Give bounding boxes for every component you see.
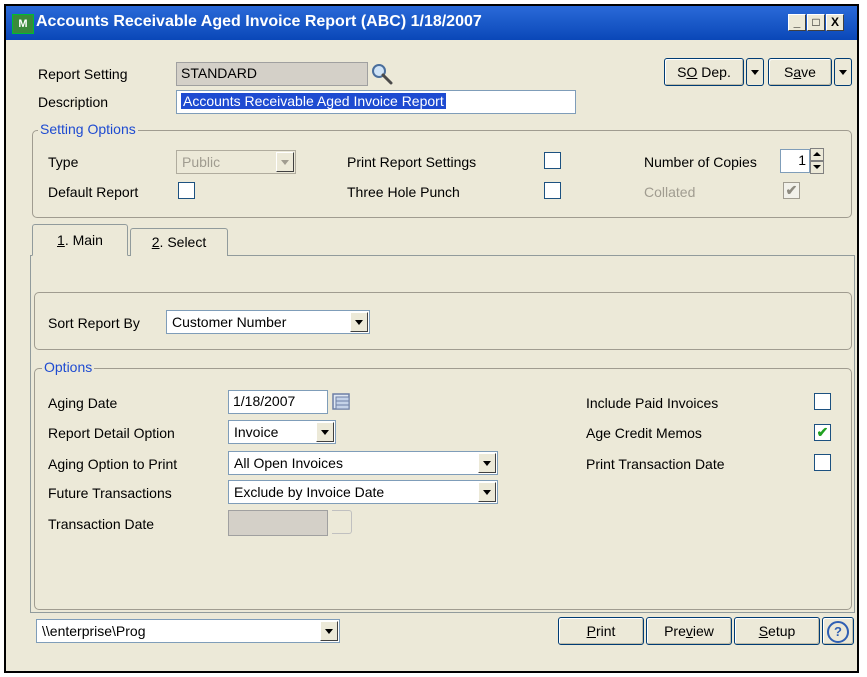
app-icon: M: [12, 14, 34, 34]
chevron-down-icon: [276, 152, 294, 172]
collated-label: Collated: [644, 184, 696, 200]
report-window: M Accounts Receivable Aged Invoice Repor…: [4, 4, 859, 673]
chevron-down-icon[interactable]: [478, 482, 496, 502]
print-report-settings-label: Print Report Settings: [347, 154, 477, 170]
maximize-button[interactable]: □: [807, 14, 825, 31]
tab-select-key: 2: [151, 234, 160, 250]
description-label: Description: [38, 94, 109, 110]
preview-button[interactable]: Preview: [646, 617, 732, 645]
save-label-a: S: [784, 64, 794, 80]
collated-checkbox[interactable]: ✔: [783, 182, 800, 199]
preview-label-b: iew: [692, 623, 714, 639]
so-dep-label-b: O: [686, 64, 698, 80]
report-detail-option-label: Report Detail Option: [48, 425, 175, 441]
aging-option-select[interactable]: All Open Invoices: [228, 451, 498, 475]
minimize-button[interactable]: _: [788, 14, 806, 31]
spin-up-icon[interactable]: [810, 148, 824, 161]
save-button[interactable]: Save: [768, 58, 832, 86]
print-key: P: [586, 623, 596, 639]
report-detail-option-select[interactable]: Invoice: [228, 420, 336, 444]
description-field[interactable]: Accounts Receivable Aged Invoice Report: [176, 90, 576, 114]
future-transactions-value: Exclude by Invoice Date: [234, 484, 385, 500]
type-label: Type: [48, 154, 79, 170]
age-credit-memos-label: Age Credit Memos: [586, 425, 702, 441]
setting-options-title: Setting Options: [38, 121, 138, 137]
sort-group: [34, 292, 852, 350]
aging-date-field[interactable]: 1/18/2007: [228, 390, 328, 414]
search-icon[interactable]: [370, 62, 394, 86]
so-dep-label-c: Dep.: [697, 64, 731, 80]
type-select[interactable]: Public: [176, 150, 296, 174]
tab-select-label: . Select: [159, 234, 207, 250]
chevron-down-icon[interactable]: [320, 621, 338, 641]
print-button[interactable]: Print: [558, 617, 644, 645]
checkmark-icon: ✔: [785, 182, 798, 198]
include-paid-invoices-label: Include Paid Invoices: [586, 395, 719, 411]
transaction-date-label: Transaction Date: [48, 516, 155, 532]
chevron-down-icon[interactable]: [316, 422, 334, 442]
window-title: Accounts Receivable Aged Invoice Report …: [36, 13, 482, 30]
save-label-c: ve: [801, 64, 816, 80]
report-setting-field[interactable]: STANDARD: [176, 62, 368, 86]
aging-date-label: Aging Date: [48, 395, 118, 411]
chevron-down-icon[interactable]: [350, 312, 368, 332]
three-hole-punch-label: Three Hole Punch: [347, 184, 460, 200]
help-button[interactable]: ?: [822, 617, 854, 645]
sort-report-by-select[interactable]: Customer Number: [166, 310, 370, 334]
sort-report-by-value: Customer Number: [172, 314, 287, 330]
sort-report-by-label: Sort Report By: [48, 315, 140, 331]
help-icon: ?: [827, 621, 849, 643]
print-transaction-date-label: Print Transaction Date: [586, 456, 725, 472]
options-group-title: Options: [42, 359, 95, 375]
number-of-copies-label: Number of Copies: [644, 154, 757, 170]
three-hole-punch-checkbox[interactable]: [544, 182, 561, 199]
aging-option-label: Aging Option to Print: [48, 456, 178, 472]
tab-main[interactable]: 1. Main: [32, 224, 128, 256]
aging-option-value: All Open Invoices: [234, 455, 343, 471]
calendar-icon[interactable]: [332, 392, 352, 412]
close-button[interactable]: X: [826, 14, 844, 31]
preview-key: v: [685, 623, 693, 639]
description-text: Accounts Receivable Aged Invoice Report: [181, 93, 446, 109]
spin-down-icon[interactable]: [810, 161, 824, 174]
print-label: rint: [595, 623, 616, 639]
tab-main-key: 1: [57, 232, 65, 248]
tab-main-label: . Main: [64, 232, 103, 248]
save-dropdown-button[interactable]: [834, 58, 852, 86]
future-transactions-select[interactable]: Exclude by Invoice Date: [228, 480, 498, 504]
transaction-date-field[interactable]: [228, 510, 328, 536]
setup-label: etup: [768, 623, 796, 639]
preview-label-a: Pre: [664, 623, 686, 639]
include-paid-invoices-checkbox[interactable]: [814, 393, 831, 410]
report-setting-label: Report Setting: [38, 66, 128, 82]
checkmark-icon: ✔: [816, 424, 829, 440]
print-transaction-date-checkbox[interactable]: [814, 454, 831, 471]
chevron-down-icon[interactable]: [478, 453, 496, 473]
so-dep-button[interactable]: SO Dep.: [664, 58, 744, 86]
future-transactions-label: Future Transactions: [48, 485, 172, 501]
report-detail-option-value: Invoice: [234, 424, 279, 440]
transaction-date-calendar-icon[interactable]: [332, 510, 352, 534]
title-bar[interactable]: M Accounts Receivable Aged Invoice Repor…: [6, 6, 857, 40]
save-label-b: a: [793, 64, 802, 80]
print-report-settings-checkbox[interactable]: [544, 152, 561, 169]
default-report-label: Default Report: [48, 184, 139, 200]
tab-select[interactable]: 2. Select: [130, 228, 228, 256]
setting-options-group: [32, 130, 852, 218]
number-of-copies-field[interactable]: 1: [780, 149, 810, 173]
type-value: Public: [182, 154, 221, 170]
printer-select[interactable]: \\enterprise\Prog: [36, 619, 340, 643]
setup-key: S: [758, 623, 769, 639]
copies-spinner[interactable]: [810, 148, 824, 174]
setup-button[interactable]: Setup: [734, 617, 820, 645]
default-report-checkbox[interactable]: [178, 182, 195, 199]
printer-value: \\enterprise\Prog: [42, 623, 146, 639]
so-dep-dropdown-button[interactable]: [746, 58, 764, 86]
age-credit-memos-checkbox[interactable]: ✔: [814, 424, 831, 441]
